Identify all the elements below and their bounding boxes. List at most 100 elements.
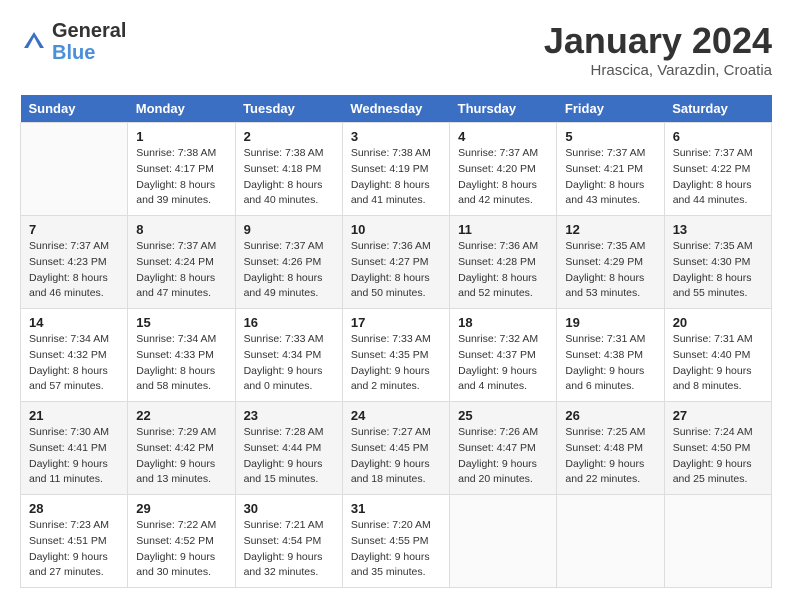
- cell-info: Sunrise: 7:37 AMSunset: 4:22 PMDaylight:…: [673, 147, 753, 206]
- calendar-cell: [450, 495, 557, 588]
- calendar-cell: 30 Sunrise: 7:21 AMSunset: 4:54 PMDayligh…: [235, 495, 342, 588]
- calendar-cell: 27 Sunrise: 7:24 AMSunset: 4:50 PMDayligh…: [664, 402, 771, 495]
- column-header-saturday: Saturday: [664, 95, 771, 123]
- calendar-cell: 6 Sunrise: 7:37 AMSunset: 4:22 PMDaylight…: [664, 123, 771, 216]
- day-number: 9: [244, 222, 334, 237]
- cell-info: Sunrise: 7:29 AMSunset: 4:42 PMDaylight:…: [136, 426, 216, 485]
- cell-info: Sunrise: 7:33 AMSunset: 4:35 PMDaylight:…: [351, 333, 431, 392]
- calendar-cell: 18 Sunrise: 7:32 AMSunset: 4:37 PMDayligh…: [450, 309, 557, 402]
- calendar-cell: 1Sunrise: 7:38 AMSunset: 4:17 PMDaylight…: [128, 123, 235, 216]
- week-row-4: 21 Sunrise: 7:30 AMSunset: 4:41 PMDayligh…: [21, 402, 772, 495]
- column-header-friday: Friday: [557, 95, 664, 123]
- column-header-tuesday: Tuesday: [235, 95, 342, 123]
- cell-info: Sunrise: 7:38 AMSunset: 4:19 PMDaylight:…: [351, 147, 431, 206]
- cell-info: Sunrise: 7:20 AMSunset: 4:55 PMDaylight:…: [351, 519, 431, 578]
- calendar-cell: 19Sunrise: 7:31 AMSunset: 4:38 PMDayligh…: [557, 309, 664, 402]
- column-header-sunday: Sunday: [21, 95, 128, 123]
- cell-info: Sunrise: 7:30 AMSunset: 4:41 PMDaylight:…: [29, 426, 109, 485]
- calendar-cell: [21, 123, 128, 216]
- cell-info: Sunrise: 7:24 AMSunset: 4:50 PMDaylight:…: [673, 426, 753, 485]
- page-header: General Blue January 2024 Hrascica, Vara…: [20, 20, 772, 79]
- day-number: 23: [244, 408, 334, 423]
- cell-info: Sunrise: 7:32 AMSunset: 4:37 PMDaylight:…: [458, 333, 538, 392]
- day-number: 11: [458, 222, 548, 237]
- calendar-cell: 26 Sunrise: 7:25 AMSunset: 4:48 PMDayligh…: [557, 402, 664, 495]
- day-number: 27: [673, 408, 763, 423]
- month-title: January 2024: [544, 20, 772, 62]
- cell-info: Sunrise: 7:21 AMSunset: 4:54 PMDaylight:…: [244, 519, 324, 578]
- calendar-cell: 31 Sunrise: 7:20 AMSunset: 4:55 PMDayligh…: [342, 495, 449, 588]
- day-number: 15: [136, 315, 226, 330]
- cell-info: Sunrise: 7:26 AMSunset: 4:47 PMDaylight:…: [458, 426, 538, 485]
- cell-info: Sunrise: 7:23 AMSunset: 4:51 PMDaylight:…: [29, 519, 109, 578]
- day-number: 5: [565, 129, 655, 144]
- cell-info: Sunrise: 7:28 AMSunset: 4:44 PMDaylight:…: [244, 426, 324, 485]
- calendar-cell: 21 Sunrise: 7:30 AMSunset: 4:41 PMDayligh…: [21, 402, 128, 495]
- cell-info: Sunrise: 7:33 AMSunset: 4:34 PMDaylight:…: [244, 333, 324, 392]
- calendar-cell: [664, 495, 771, 588]
- cell-info: Sunrise: 7:37 AMSunset: 4:23 PMDaylight:…: [29, 240, 109, 299]
- day-number: 28: [29, 501, 119, 516]
- day-number: 19: [565, 315, 655, 330]
- day-number: 25: [458, 408, 548, 423]
- week-row-5: 28 Sunrise: 7:23 AMSunset: 4:51 PMDayligh…: [21, 495, 772, 588]
- cell-info: Sunrise: 7:37 AMSunset: 4:24 PMDaylight:…: [136, 240, 216, 299]
- day-number: 20: [673, 315, 763, 330]
- calendar-cell: 5 Sunrise: 7:37 AMSunset: 4:21 PMDaylight…: [557, 123, 664, 216]
- day-number: 10: [351, 222, 441, 237]
- day-number: 21: [29, 408, 119, 423]
- calendar-cell: 20Sunrise: 7:31 AMSunset: 4:40 PMDayligh…: [664, 309, 771, 402]
- day-number: 18: [458, 315, 548, 330]
- calendar-cell: [557, 495, 664, 588]
- day-number: 26: [565, 408, 655, 423]
- cell-info: Sunrise: 7:38 AMSunset: 4:17 PMDaylight:…: [136, 147, 216, 206]
- logo: General Blue: [20, 20, 126, 64]
- calendar-cell: 15 Sunrise: 7:34 AMSunset: 4:33 PMDayligh…: [128, 309, 235, 402]
- day-number: 31: [351, 501, 441, 516]
- calendar-cell: 24 Sunrise: 7:27 AMSunset: 4:45 PMDayligh…: [342, 402, 449, 495]
- calendar-cell: 8 Sunrise: 7:37 AMSunset: 4:24 PMDaylight…: [128, 216, 235, 309]
- day-number: 24: [351, 408, 441, 423]
- calendar-cell: 4Sunrise: 7:37 AMSunset: 4:20 PMDaylight…: [450, 123, 557, 216]
- day-number: 7: [29, 222, 119, 237]
- cell-info: Sunrise: 7:37 AMSunset: 4:26 PMDaylight:…: [244, 240, 324, 299]
- day-number: 14: [29, 315, 119, 330]
- week-row-2: 7 Sunrise: 7:37 AMSunset: 4:23 PMDaylight…: [21, 216, 772, 309]
- cell-info: Sunrise: 7:38 AMSunset: 4:18 PMDaylight:…: [244, 147, 324, 206]
- cell-info: Sunrise: 7:34 AMSunset: 4:33 PMDaylight:…: [136, 333, 216, 392]
- day-number: 16: [244, 315, 334, 330]
- cell-info: Sunrise: 7:35 AMSunset: 4:30 PMDaylight:…: [673, 240, 753, 299]
- day-number: 2: [244, 129, 334, 144]
- day-number: 8: [136, 222, 226, 237]
- calendar-cell: 14Sunrise: 7:34 AMSunset: 4:32 PMDayligh…: [21, 309, 128, 402]
- calendar-cell: 13 Sunrise: 7:35 AMSunset: 4:30 PMDayligh…: [664, 216, 771, 309]
- title-section: January 2024 Hrascica, Varazdin, Croatia: [544, 20, 772, 79]
- column-header-monday: Monday: [128, 95, 235, 123]
- calendar-cell: 16 Sunrise: 7:33 AMSunset: 4:34 PMDayligh…: [235, 309, 342, 402]
- week-row-1: 1Sunrise: 7:38 AMSunset: 4:17 PMDaylight…: [21, 123, 772, 216]
- calendar-cell: 3 Sunrise: 7:38 AMSunset: 4:19 PMDaylight…: [342, 123, 449, 216]
- calendar-cell: 10 Sunrise: 7:36 AMSunset: 4:27 PMDayligh…: [342, 216, 449, 309]
- calendar-cell: 12Sunrise: 7:35 AMSunset: 4:29 PMDayligh…: [557, 216, 664, 309]
- day-number: 12: [565, 222, 655, 237]
- cell-info: Sunrise: 7:27 AMSunset: 4:45 PMDaylight:…: [351, 426, 431, 485]
- day-number: 6: [673, 129, 763, 144]
- day-number: 3: [351, 129, 441, 144]
- logo-text: General Blue: [52, 20, 126, 64]
- day-number: 13: [673, 222, 763, 237]
- cell-info: Sunrise: 7:37 AMSunset: 4:21 PMDaylight:…: [565, 147, 645, 206]
- header-row: SundayMondayTuesdayWednesdayThursdayFrid…: [21, 95, 772, 123]
- calendar-cell: 11Sunrise: 7:36 AMSunset: 4:28 PMDayligh…: [450, 216, 557, 309]
- calendar-cell: 25 Sunrise: 7:26 AMSunset: 4:47 PMDayligh…: [450, 402, 557, 495]
- calendar-cell: 2 Sunrise: 7:38 AMSunset: 4:18 PMDaylight…: [235, 123, 342, 216]
- cell-info: Sunrise: 7:36 AMSunset: 4:27 PMDaylight:…: [351, 240, 431, 299]
- calendar-cell: 23 Sunrise: 7:28 AMSunset: 4:44 PMDayligh…: [235, 402, 342, 495]
- column-header-wednesday: Wednesday: [342, 95, 449, 123]
- calendar-cell: 9 Sunrise: 7:37 AMSunset: 4:26 PMDaylight…: [235, 216, 342, 309]
- calendar-cell: 22Sunrise: 7:29 AMSunset: 4:42 PMDayligh…: [128, 402, 235, 495]
- cell-info: Sunrise: 7:25 AMSunset: 4:48 PMDaylight:…: [565, 426, 645, 485]
- calendar-cell: 28 Sunrise: 7:23 AMSunset: 4:51 PMDayligh…: [21, 495, 128, 588]
- cell-info: Sunrise: 7:37 AMSunset: 4:20 PMDaylight:…: [458, 147, 538, 206]
- cell-info: Sunrise: 7:22 AMSunset: 4:52 PMDaylight:…: [136, 519, 216, 578]
- day-number: 30: [244, 501, 334, 516]
